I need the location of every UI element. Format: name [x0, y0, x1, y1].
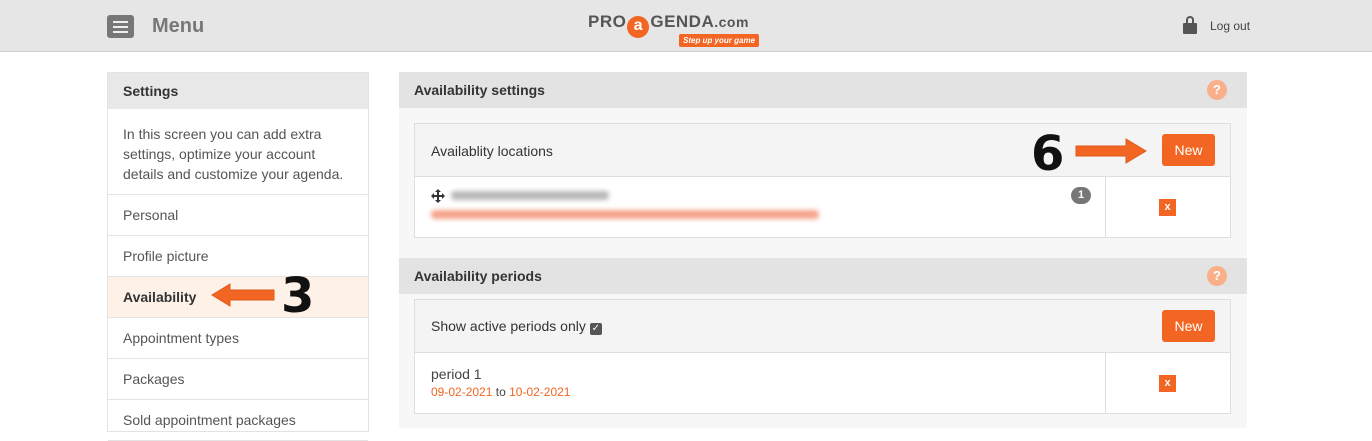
period-row: period 1 09-02-2021 to 10-02-2021 x	[415, 353, 1230, 413]
show-active-periods-label: Show active periods only	[431, 318, 586, 334]
annotation-step-3: 3	[281, 268, 315, 324]
availability-periods-title: Availability periods	[414, 268, 542, 284]
location-count-badge: 1	[1071, 187, 1091, 204]
availability-locations-label: Availablity locations	[431, 143, 553, 159]
sidebar-item-personal[interactable]: Personal	[108, 195, 368, 236]
delete-period-button[interactable]: x	[1159, 375, 1176, 392]
hamburger-menu-icon[interactable]	[107, 15, 134, 38]
period-name[interactable]: period 1	[431, 366, 482, 382]
delete-location-button[interactable]: x	[1159, 199, 1176, 216]
new-location-button[interactable]: New	[1162, 134, 1215, 166]
top-bar: Menu PRO a GENDA.com Step up your game Log…	[0, 0, 1372, 52]
availability-periods-box: Show active periods only ✓ New period 1 0…	[414, 299, 1231, 414]
annotation-step-6: 6	[1031, 126, 1065, 182]
logout-link[interactable]: Log out	[1210, 19, 1250, 33]
settings-sidebar: Settings In this screen you can add extr…	[107, 72, 369, 441]
move-icon[interactable]	[431, 189, 445, 203]
blurred-location-url	[431, 210, 819, 219]
help-icon[interactable]: ?	[1207, 80, 1227, 100]
sidebar-item-appointment-types[interactable]: Appointment types	[108, 318, 368, 359]
lock-icon[interactable]	[1183, 16, 1197, 34]
location-row: 1 x	[415, 177, 1230, 237]
sidebar-title: Settings	[108, 73, 368, 109]
availability-settings-title: Availability settings	[414, 82, 545, 98]
sidebar-item-packages[interactable]: Packages	[108, 359, 368, 400]
sidebar-item-sold-appointment-packages[interactable]: Sold appointment packages	[108, 400, 368, 441]
help-icon[interactable]: ?	[1207, 266, 1227, 286]
annotation-arrow-right	[1075, 138, 1147, 164]
menu-label[interactable]: Menu	[152, 15, 204, 38]
proagenda-logo[interactable]: PRO a GENDA.com Step up your game	[588, 12, 768, 52]
availability-periods-panel: Availability periods ? Show active perio…	[399, 258, 1247, 428]
sidebar-description: In this screen you can add extra setting…	[108, 109, 368, 195]
show-active-periods-checkbox[interactable]: ✓	[589, 323, 602, 335]
new-period-button[interactable]: New	[1162, 310, 1215, 342]
period-dates: 09-02-2021 to 10-02-2021	[431, 385, 571, 399]
logo-tagline: Step up your game	[679, 34, 760, 47]
availability-settings-panel: Availability settings ? Availablity loca…	[399, 72, 1247, 258]
annotation-arrow-left	[211, 283, 275, 307]
sidebar-item-profile-picture[interactable]: Profile picture	[108, 236, 368, 277]
blurred-location-name	[451, 191, 609, 200]
